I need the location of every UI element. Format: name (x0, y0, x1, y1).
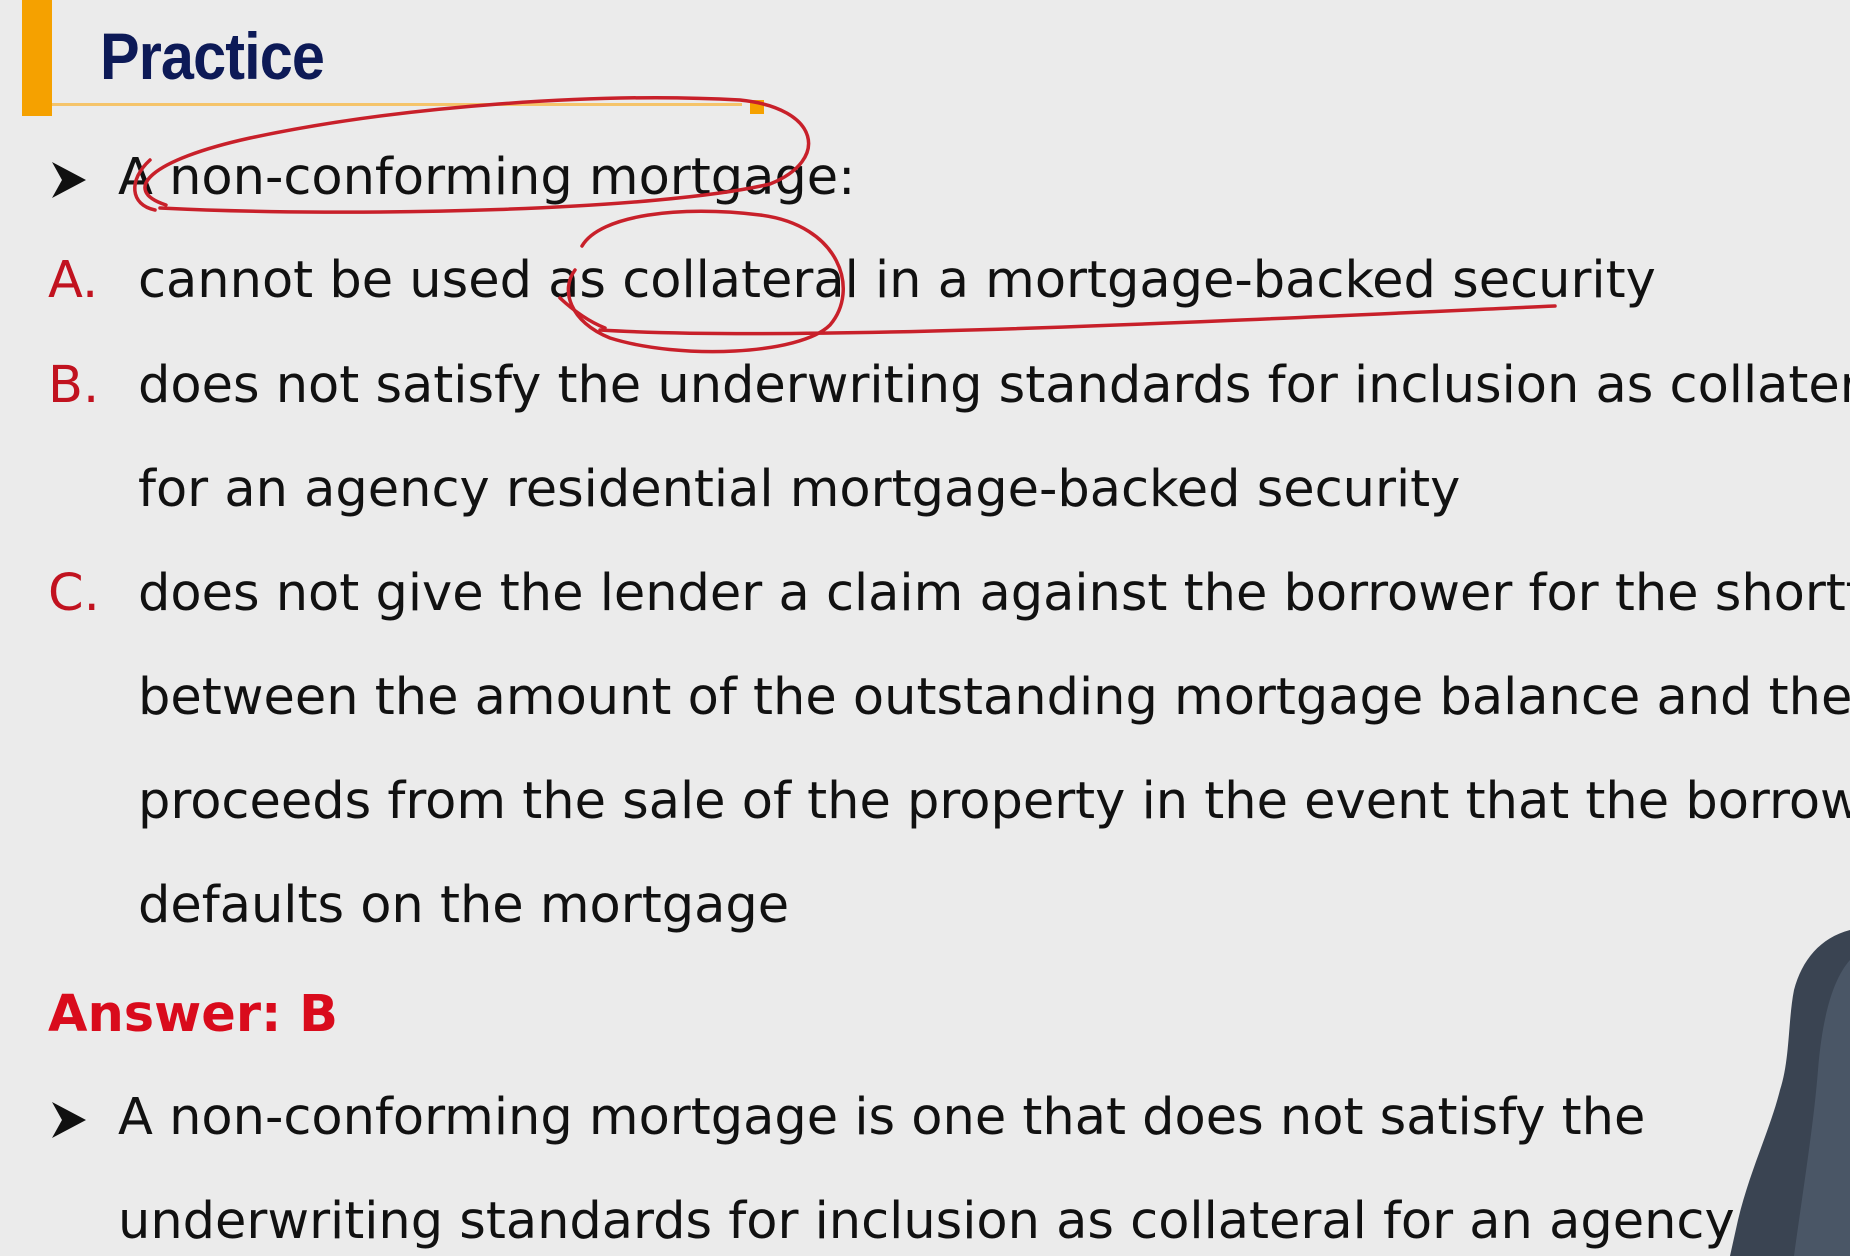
option-b-text-line1: does not satisfy the underwriting standa… (138, 356, 1850, 415)
explanation-line1: A non-conforming mortgage is one that do… (118, 1088, 1646, 1147)
arrow-bullet-icon (52, 162, 86, 198)
explanation-line2: underwriting standards for inclusion as … (118, 1192, 1831, 1251)
option-c-text-line2: between the amount of the outstanding mo… (138, 668, 1850, 727)
lecture-slide: Practice A non-conforming mortgage: A. c… (0, 0, 1850, 1256)
slide-title: Practice (100, 19, 325, 93)
title-accent-bar (22, 0, 52, 116)
option-a-letter: A. (48, 251, 99, 310)
arrow-bullet-icon (52, 1102, 86, 1138)
option-b-letter: B. (48, 356, 100, 415)
option-c-text-line3: proceeds from the sale of the property i… (138, 772, 1850, 831)
option-c-text-line1: does not give the lender a claim against… (138, 564, 1850, 623)
answer-label: Answer: B (48, 985, 339, 1044)
title-underline (22, 100, 764, 116)
option-a-text: cannot be used as collateral in a mortga… (138, 251, 1656, 310)
option-c-text-line4: defaults on the mortgage (138, 876, 790, 935)
option-b-text-line2: for an agency residential mortgage-backe… (138, 460, 1461, 519)
presenter-silhouette (1730, 930, 1850, 1256)
option-c-letter: C. (48, 564, 100, 623)
question-text: A non-conforming mortgage: (118, 148, 856, 207)
